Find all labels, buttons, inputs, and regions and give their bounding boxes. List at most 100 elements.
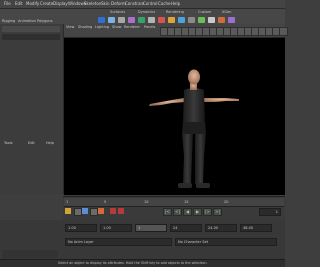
shelf-tool-icon[interactable] <box>198 17 205 23</box>
shelf-tool-icon[interactable] <box>98 17 105 23</box>
viewport-3d[interactable] <box>64 38 285 195</box>
shelf-tool-icon[interactable] <box>138 17 145 23</box>
menu-create[interactable]: Create <box>40 1 53 6</box>
panel-menu-panels[interactable]: Panels <box>144 25 155 29</box>
shelf-tool-icon[interactable] <box>208 17 215 23</box>
timeline-tick-1: 1 <box>66 200 69 204</box>
shelf-tool-icon[interactable] <box>218 17 225 23</box>
time-slider[interactable]: 1 5 10 15 20 <box>64 198 284 207</box>
shelf-tool-icon[interactable] <box>128 17 135 23</box>
menu-bar: File Edit Modify Create Display Windows … <box>0 0 285 9</box>
shelf-tool-icon[interactable] <box>148 17 155 23</box>
viewport-toolbar-button[interactable] <box>279 27 288 36</box>
range-end-value: 24 <box>173 226 178 230</box>
play-back-button[interactable]: ◀ <box>183 208 192 216</box>
go-to-start-button[interactable]: |< <box>163 208 172 216</box>
left-leg <box>182 134 193 184</box>
menu-cache[interactable]: Cache <box>158 1 170 6</box>
start-time-field[interactable]: 1.00 <box>65 224 97 232</box>
shelf-tool-icon[interactable] <box>108 17 115 23</box>
shelf-tool-icon[interactable] <box>228 17 235 23</box>
menu-file[interactable]: File <box>4 1 11 6</box>
hips <box>182 122 206 134</box>
rotate-button[interactable] <box>90 208 98 216</box>
key-button[interactable] <box>110 208 116 214</box>
left-panel: Tools Edit Help <box>0 24 64 194</box>
autokey-button[interactable] <box>118 208 124 214</box>
range-bar-start: 1 <box>138 226 141 230</box>
current-frame-field[interactable]: 1 <box>259 208 281 216</box>
shelf-tool-icon[interactable] <box>168 17 175 23</box>
left-panel-help[interactable]: Help <box>46 141 54 145</box>
range-bar[interactable]: 1 <box>135 224 167 232</box>
panel-menu-renderer[interactable]: Renderer <box>124 25 140 29</box>
right-shoe <box>196 183 210 188</box>
shelf-tool-icon[interactable] <box>158 17 165 23</box>
head <box>188 69 200 85</box>
shelf-tab-custom[interactable]: Custom <box>198 10 211 14</box>
menu-skin[interactable]: Skin <box>101 1 110 6</box>
left-panel-field[interactable] <box>2 34 60 40</box>
timeline-tick-10: 10 <box>144 200 149 204</box>
start-time-value: 1.00 <box>68 226 76 230</box>
range-start-field[interactable]: 1.00 <box>100 224 132 232</box>
right-leg <box>195 134 206 184</box>
shelf-tool-icon[interactable] <box>118 17 125 23</box>
character-set-label: No Character Set <box>178 240 209 244</box>
left-panel-edit[interactable]: Edit <box>28 141 35 145</box>
shelf-tab-rigging[interactable]: Rigging <box>2 19 15 23</box>
menu-deform[interactable]: Deform <box>111 1 126 6</box>
go-to-end-button[interactable]: >| <box>213 208 222 216</box>
panel-menu-view[interactable]: View <box>66 25 74 29</box>
range-start-value: 1.00 <box>103 226 111 230</box>
step-back-button[interactable]: <| <box>173 208 182 216</box>
left-panel-header <box>2 26 60 32</box>
shelf-tool-icon[interactable] <box>178 17 185 23</box>
character-set-dropdown[interactable]: No Character Set <box>175 238 277 246</box>
select-button[interactable] <box>74 208 82 216</box>
panel-menu-shading[interactable]: Shading <box>78 25 92 29</box>
timeline-tick-15: 15 <box>184 200 189 204</box>
shelf-tab-dynamics[interactable]: Dynamics <box>138 10 155 14</box>
end-time-field[interactable]: 24.00 <box>205 224 237 232</box>
end-time-value: 24.00 <box>208 226 219 230</box>
shelf: Rigging Animation Polygons Surfaces Dyna… <box>0 9 285 25</box>
menu-modify[interactable]: Modify <box>26 1 39 6</box>
step-forward-button[interactable]: |> <box>203 208 212 216</box>
viewport-toolbar: View Shading Lighting Show Renderer Pane… <box>64 24 288 38</box>
menu-control[interactable]: Control <box>143 1 157 6</box>
shelf-tab-animation[interactable]: Animation <box>18 19 36 23</box>
menu-edit[interactable]: Edit <box>15 1 23 6</box>
range-end-field[interactable]: 24 <box>170 224 202 232</box>
time-slider-area: 1 5 10 15 20 |< <| ◀ ▶ |> >| 1 <box>63 196 285 221</box>
timeline-tick-5: 5 <box>104 200 107 204</box>
left-panel-tools[interactable]: Tools <box>4 141 13 145</box>
right-arm <box>203 98 239 102</box>
menu-constrain[interactable]: Constrain <box>125 1 144 6</box>
play-forward-button[interactable]: ▶ <box>193 208 202 216</box>
left-shoe <box>178 183 192 188</box>
scale-button[interactable] <box>98 208 104 214</box>
menu-skeleton[interactable]: Skeleton <box>84 1 101 6</box>
anim-layer-dropdown[interactable]: No Anim Layer <box>65 238 172 246</box>
move-button[interactable] <box>82 208 88 214</box>
panel-menu-lighting[interactable]: Lighting <box>95 25 109 29</box>
shelf-tab-rendering[interactable]: Rendering <box>166 10 184 14</box>
shelf-tab-xgen[interactable]: XGen <box>222 10 231 14</box>
snap-button[interactable] <box>65 208 71 214</box>
menu-display[interactable]: Display <box>53 1 68 6</box>
current-frame-value: 1 <box>275 210 278 214</box>
help-text: Select an object to display its attribut… <box>58 261 208 265</box>
python-label <box>2 250 58 258</box>
shelf-tab-strip-right: Surfaces Dynamics Rendering Custom XGen <box>98 10 285 16</box>
torso <box>183 88 205 124</box>
panel-menu-show[interactable]: Show <box>112 25 121 29</box>
menu-help[interactable]: Help <box>171 1 180 6</box>
playback-end-field[interactable]: 48.00 <box>240 224 272 232</box>
range-slider-panel: 1.00 1.00 1 24 24.00 48.00 No Anim Layer… <box>0 220 285 260</box>
shelf-tool-icon[interactable] <box>188 17 195 23</box>
shelf-tab-surfaces[interactable]: Surfaces <box>110 10 125 14</box>
anim-layer-label: No Anim Layer <box>68 240 94 244</box>
timeline-tick-20: 20 <box>224 200 229 204</box>
shelf-tab-polygons[interactable]: Polygons <box>37 19 53 23</box>
